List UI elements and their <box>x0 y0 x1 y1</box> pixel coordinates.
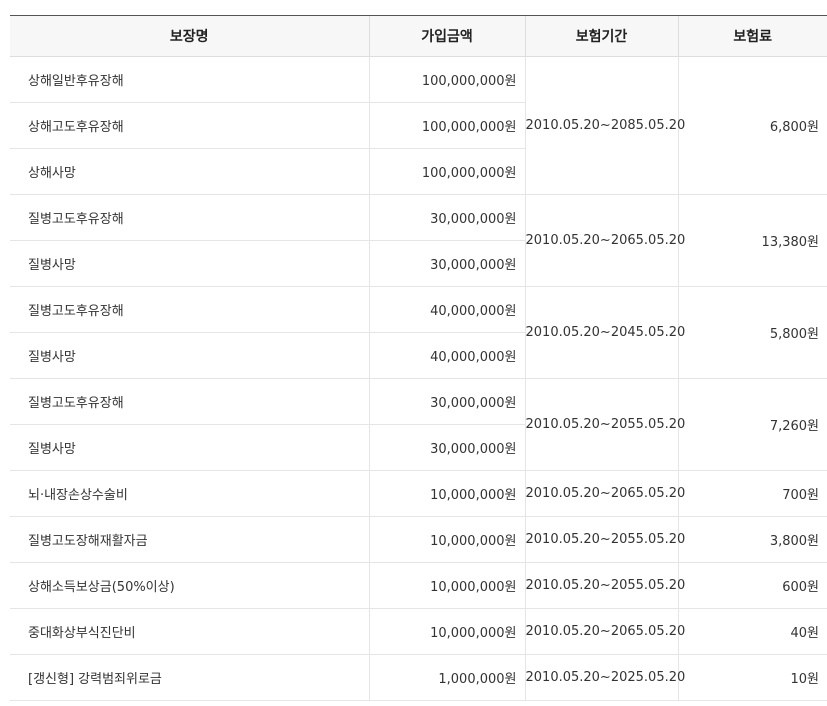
amount-cell: 40,000,000원 <box>368 332 525 379</box>
coverage-name-cell: 뇌·내장손상수술비 <box>10 470 369 517</box>
coverage-name-cell: 질병고도후유장해 <box>10 286 369 333</box>
coverage-name-cell: 질병고도후유장해 <box>10 194 369 241</box>
coverage-name-cell: 중대화상부식진단비 <box>10 608 369 655</box>
coverage-name-cell: 질병사망 <box>10 240 369 287</box>
table-row: 질병고도후유장해 40,000,000원 2010.05.20~2045.05.… <box>10 286 827 379</box>
amount-cell: 10,000,000원 <box>368 562 525 609</box>
table-body: 상해일반후유장해 100,000,000원 2010.05.20~2085.05… <box>10 56 827 701</box>
premium-cell: 600원 <box>677 562 827 609</box>
amount-cell: 10,000,000원 <box>368 608 525 655</box>
table-row: 중대화상부식진단비 10,000,000원 2010.05.20~2065.05… <box>10 608 827 655</box>
period-cell: 2010.05.20~2085.05.20 <box>524 56 685 195</box>
header-row: 보장명 가입금액 보험기간 보험료 <box>10 15 827 57</box>
table-row: [갱신형] 강력범죄위로금 1,000,000원 2010.05.20~2025… <box>10 654 827 701</box>
period-cell: 2010.05.20~2065.05.20 <box>524 194 685 287</box>
amount-cell: 30,000,000원 <box>368 424 525 471</box>
amount-cell: 30,000,000원 <box>368 378 525 425</box>
coverage-name-cell: 질병사망 <box>10 332 369 379</box>
table-row: 상해소득보상금(50%이상) 10,000,000원 2010.05.20~20… <box>10 562 827 609</box>
amount-cell: 30,000,000원 <box>368 194 525 241</box>
period-cell: 2010.05.20~2065.05.20 <box>524 608 685 655</box>
coverage-name-cell: 상해소득보상금(50%이상) <box>10 562 369 609</box>
amount-cell: 40,000,000원 <box>368 286 525 333</box>
period-cell: 2010.05.20~2055.05.20 <box>524 378 685 471</box>
table-row: 뇌·내장손상수술비 10,000,000원 2010.05.20~2065.05… <box>10 470 827 517</box>
amount-cell: 10,000,000원 <box>368 516 525 563</box>
amount-cell: 1,000,000원 <box>368 654 525 701</box>
header-premium: 보험료 <box>677 15 827 57</box>
table-row: 질병고도후유장해 30,000,000원 2010.05.20~2065.05.… <box>10 194 827 287</box>
amount-cell: 10,000,000원 <box>368 470 525 517</box>
header-amount: 가입금액 <box>368 15 525 57</box>
period-cell: 2010.05.20~2055.05.20 <box>524 516 685 563</box>
coverage-name-cell: 질병사망 <box>10 424 369 471</box>
coverage-name-cell: 질병고도장해재활자금 <box>10 516 369 563</box>
coverage-table: 보장명 가입금액 보험기간 보험료 상해일반후유장해 100,000,000원 … <box>10 15 827 701</box>
period-cell: 2010.05.20~2045.05.20 <box>524 286 685 379</box>
premium-cell: 6,800원 <box>677 56 827 195</box>
premium-cell: 7,260원 <box>677 378 827 471</box>
premium-cell: 40원 <box>677 608 827 655</box>
period-cell: 2010.05.20~2055.05.20 <box>524 562 685 609</box>
amount-cell: 100,000,000원 <box>368 148 525 195</box>
table-row: 상해일반후유장해 100,000,000원 2010.05.20~2085.05… <box>10 56 827 195</box>
table-header: 보장명 가입금액 보험기간 보험료 <box>10 15 827 57</box>
premium-cell: 13,380원 <box>677 194 827 287</box>
coverage-name-cell: [갱신형] 강력범죄위로금 <box>10 654 369 701</box>
table-row: 질병고도장해재활자금 10,000,000원 2010.05.20~2055.0… <box>10 516 827 563</box>
amount-cell: 100,000,000원 <box>368 56 525 103</box>
coverage-name-cell: 상해사망 <box>10 148 369 195</box>
premium-cell: 700원 <box>677 470 827 517</box>
coverage-name-cell: 질병고도후유장해 <box>10 378 369 425</box>
coverage-table-container: 보장명 가입금액 보험기간 보험료 상해일반후유장해 100,000,000원 … <box>10 15 827 701</box>
table-row: 질병고도후유장해 30,000,000원 2010.05.20~2055.05.… <box>10 378 827 471</box>
premium-cell: 10원 <box>677 654 827 701</box>
period-cell: 2010.05.20~2025.05.20 <box>524 654 685 701</box>
coverage-name-cell: 상해고도후유장해 <box>10 102 369 149</box>
header-period: 보험기간 <box>524 15 678 57</box>
amount-cell: 30,000,000원 <box>368 240 525 287</box>
premium-cell: 3,800원 <box>677 516 827 563</box>
amount-cell: 100,000,000원 <box>368 102 525 149</box>
period-cell: 2010.05.20~2065.05.20 <box>524 470 685 517</box>
coverage-name-cell: 상해일반후유장해 <box>10 56 369 103</box>
premium-cell: 5,800원 <box>677 286 827 379</box>
header-coverage-name: 보장명 <box>10 15 369 57</box>
